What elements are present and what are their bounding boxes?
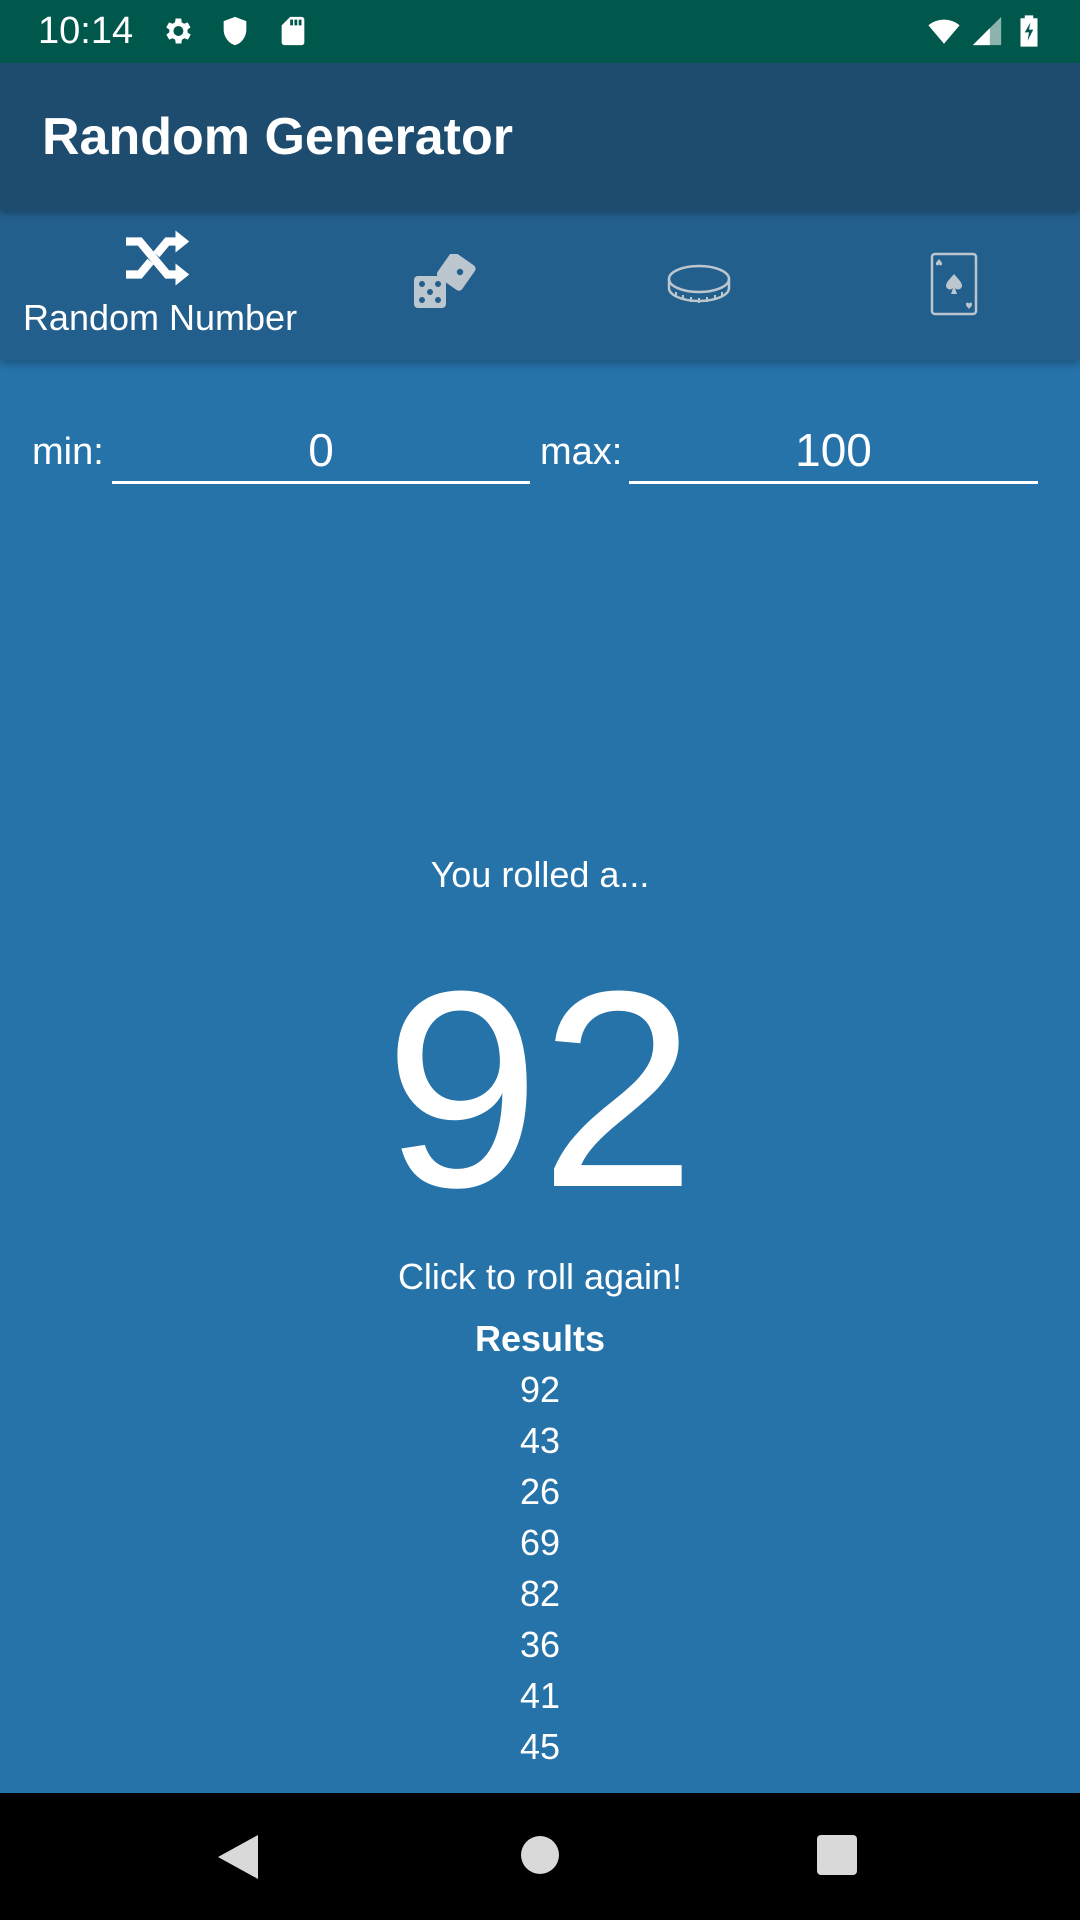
sd-card-icon [281, 16, 305, 46]
status-time: 10:14 [38, 10, 134, 52]
wifi-icon [928, 19, 960, 44]
result-item: 45 [519, 1726, 561, 1767]
back-button[interactable] [216, 1833, 260, 1881]
result-item: 82 [519, 1573, 561, 1614]
shuffle-icon [126, 230, 190, 286]
shield-icon [223, 16, 247, 46]
navigation-bar [0, 1793, 1080, 1920]
tab-playing-card[interactable] [830, 210, 1080, 360]
tab-coin[interactable] [570, 210, 830, 360]
app-title: Random Generator [42, 108, 513, 166]
signal-icon [972, 16, 1002, 46]
app-bar: Random Generator [0, 63, 1080, 210]
battery-charging-icon [1020, 15, 1038, 47]
max-input[interactable] [629, 418, 1038, 484]
recents-button[interactable] [817, 1835, 857, 1875]
tab-random-number[interactable]: Random Number [0, 210, 320, 360]
max-label: max: [540, 431, 623, 473]
result-item: 69 [519, 1522, 561, 1563]
min-label: min: [32, 431, 104, 473]
status-bar: 10:14 [0, 0, 1080, 63]
gear-icon [166, 18, 191, 44]
rolled-caption: You rolled a... [430, 854, 650, 895]
min-input[interactable] [112, 418, 530, 484]
app-screen: 10:14 Random Generator Random Number min… [0, 0, 1080, 1920]
result-item: 43 [519, 1420, 561, 1461]
tab-dice[interactable] [320, 210, 570, 360]
tab-random-number-label: Random Number [22, 297, 298, 338]
result-item: 26 [519, 1471, 561, 1512]
result-item: 36 [519, 1624, 561, 1665]
result-item: 41 [519, 1675, 561, 1716]
home-button[interactable] [520, 1835, 560, 1875]
playing-card-icon [930, 252, 978, 316]
roll-again-prompt[interactable]: Click to roll again! [0, 1254, 1080, 1300]
coin-icon [667, 264, 731, 303]
dice-icon [414, 254, 476, 308]
rolled-number[interactable]: 92 [0, 940, 1080, 1240]
tab-bar: Random Number [0, 210, 1080, 360]
results-heading: Results [474, 1318, 606, 1359]
results-list: 92 43 26 69 82 36 41 45 [0, 1367, 1080, 1775]
result-item: 92 [519, 1369, 561, 1410]
